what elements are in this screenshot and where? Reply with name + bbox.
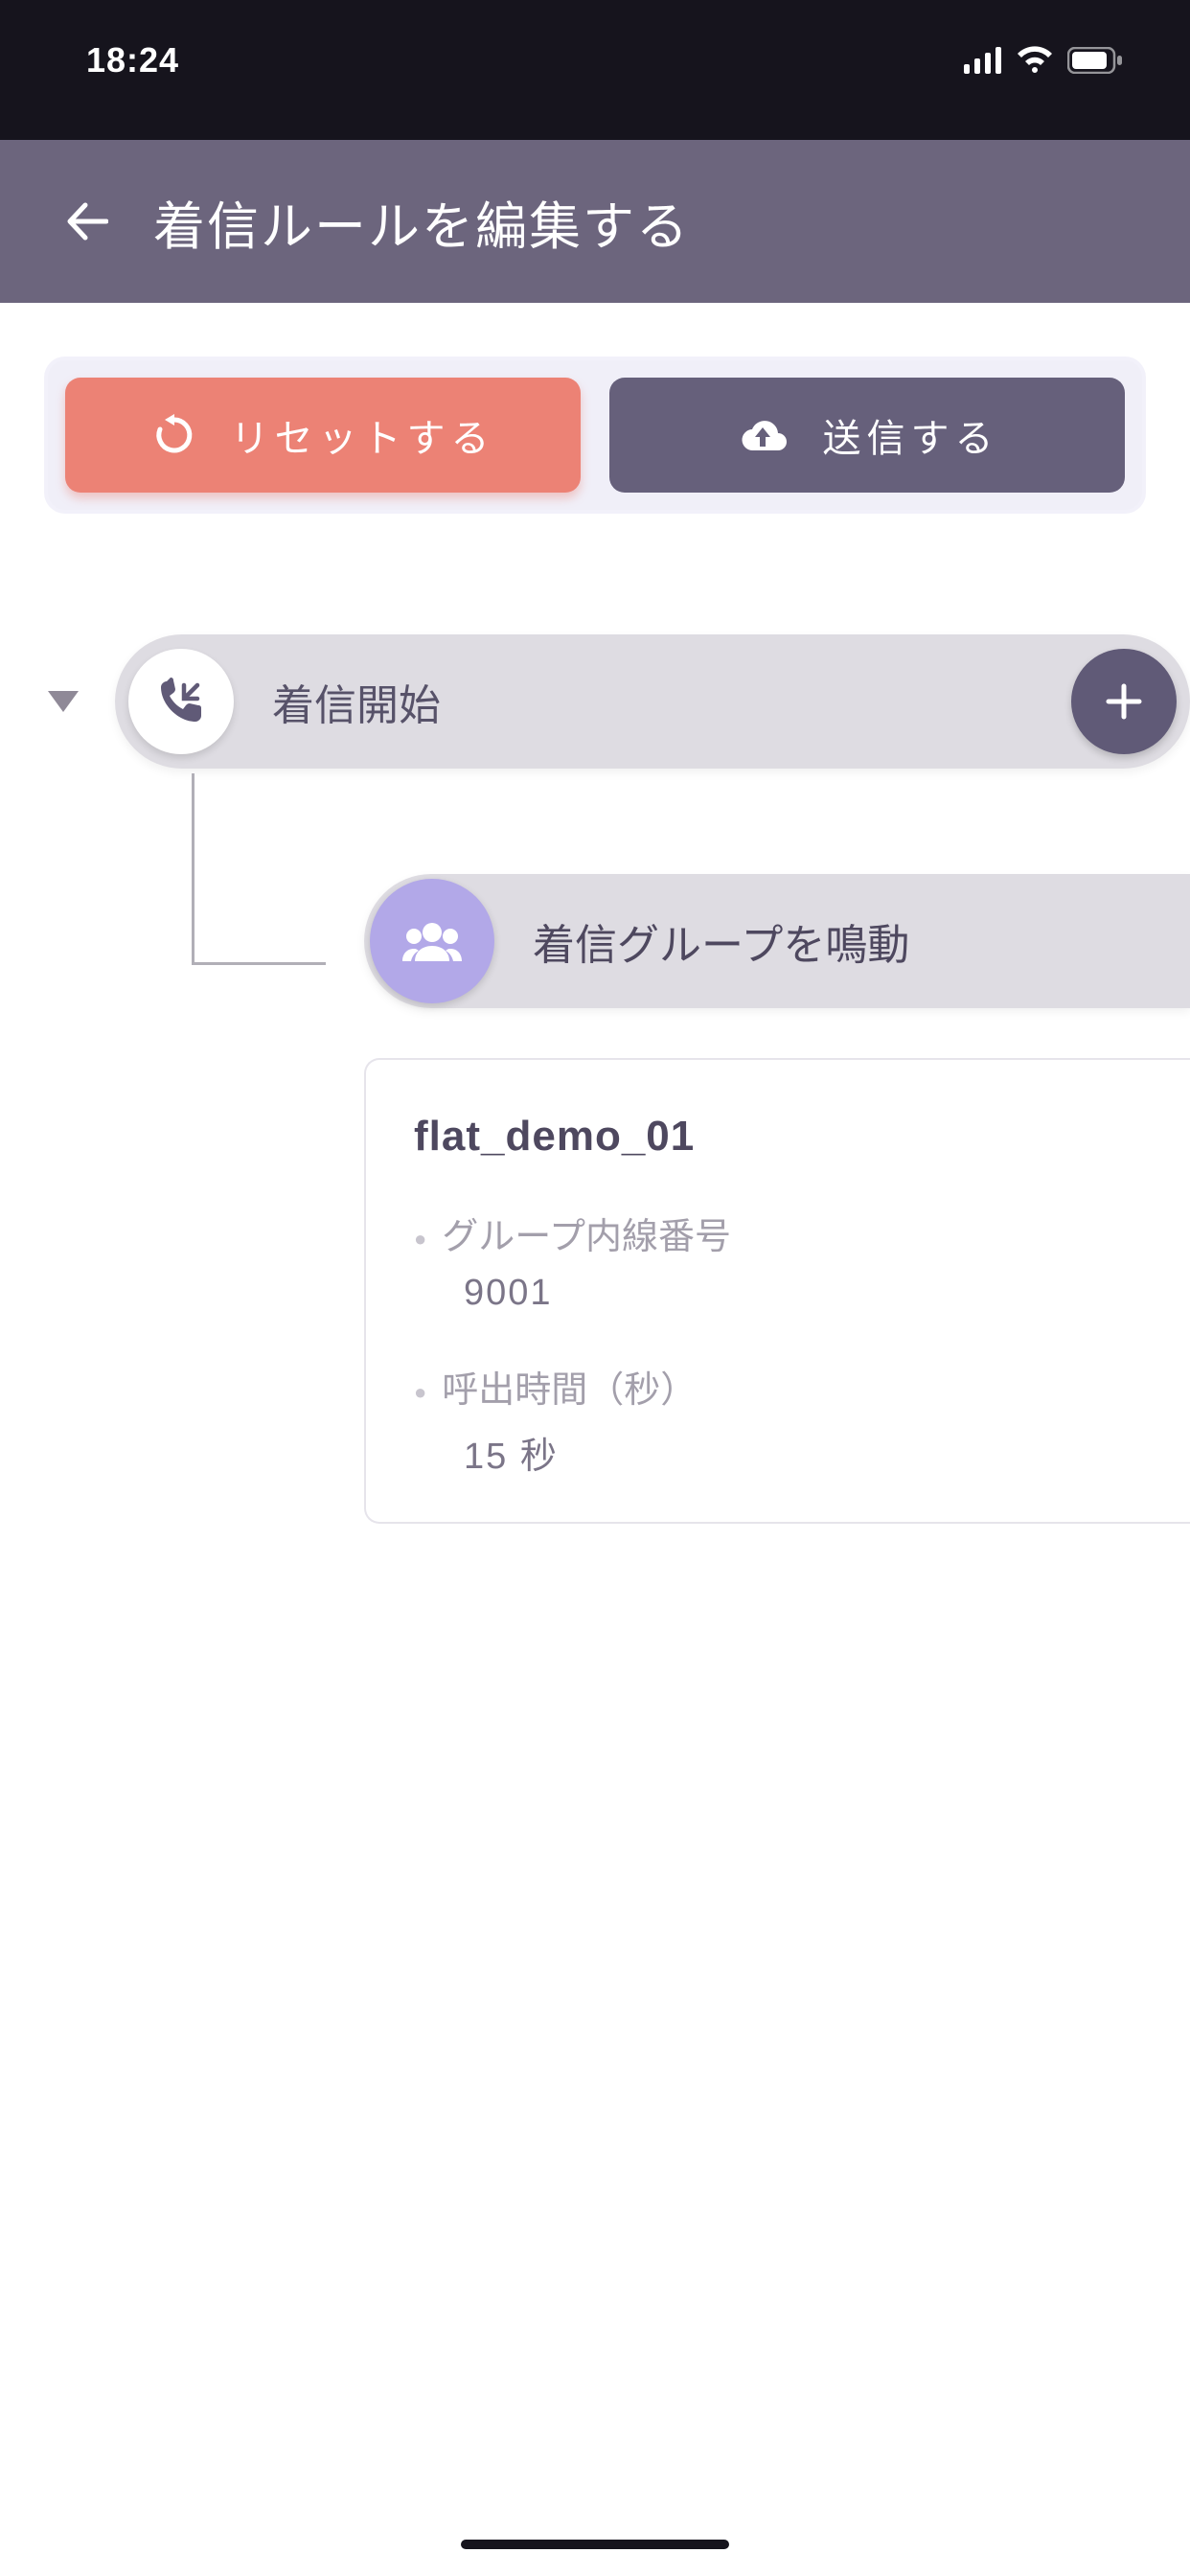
- flow-child-row: 着信グループを鳴動: [364, 874, 1190, 1008]
- reset-icon: [151, 412, 197, 458]
- detail-card: flat_demo_01 グループ内線番号 9001 呼出時間（秒） 15 秒: [364, 1058, 1190, 1524]
- detail-group-name: flat_demo_01: [414, 1113, 1142, 1161]
- collapse-toggle[interactable]: [48, 691, 79, 712]
- group-icon-wrap: [370, 879, 494, 1003]
- detail-ringtime-label: 呼出時間（秒）: [414, 1360, 1142, 1413]
- wifi-icon: [1016, 46, 1054, 75]
- detail-ringtime: 呼出時間（秒） 15 秒: [414, 1360, 1142, 1479]
- flow-start-label: 着信開始: [272, 671, 441, 732]
- cloud-upload-icon: [736, 414, 790, 456]
- status-time: 18:24: [86, 40, 179, 80]
- flow-area: 着信開始 着信グループを鳴動 flat_demo_01 グループ内線番号 900…: [0, 548, 1190, 1524]
- reset-button[interactable]: リセットする: [65, 378, 581, 493]
- home-indicator: [461, 2540, 729, 2549]
- detail-extension: グループ内線番号 9001: [414, 1207, 1142, 1314]
- flow-child-label: 着信グループを鳴動: [533, 910, 909, 972]
- flow-child-pill[interactable]: 着信グループを鳴動: [364, 874, 1190, 1008]
- flow-start-row: 着信開始: [48, 634, 1190, 769]
- add-step-button[interactable]: [1071, 649, 1177, 754]
- signal-icon: [964, 47, 1002, 74]
- back-button[interactable]: [57, 193, 115, 250]
- status-icons: [964, 46, 1123, 75]
- back-arrow-icon: [64, 199, 108, 243]
- send-button-label: 送信する: [823, 407, 999, 463]
- flow-start-pill[interactable]: 着信開始: [115, 634, 1190, 769]
- flow-connector: [192, 773, 326, 965]
- page-title: 着信ルールを編集する: [153, 184, 690, 260]
- send-button[interactable]: 送信する: [609, 378, 1125, 493]
- group-icon: [400, 919, 464, 963]
- incoming-call-icon: [155, 676, 207, 727]
- detail-extension-value: 9001: [464, 1273, 1142, 1314]
- detail-extension-label: グループ内線番号: [414, 1207, 1142, 1259]
- status-bar: 18:24: [0, 0, 1190, 140]
- app-bar: 着信ルールを編集する: [0, 140, 1190, 303]
- detail-ringtime-value: 15 秒: [464, 1426, 1142, 1479]
- action-button-container: リセットする 送信する: [0, 303, 1190, 548]
- battery-icon: [1067, 47, 1123, 74]
- incoming-call-icon-wrap: [128, 649, 234, 754]
- plus-icon: [1105, 682, 1143, 721]
- reset-button-label: リセットする: [231, 407, 495, 463]
